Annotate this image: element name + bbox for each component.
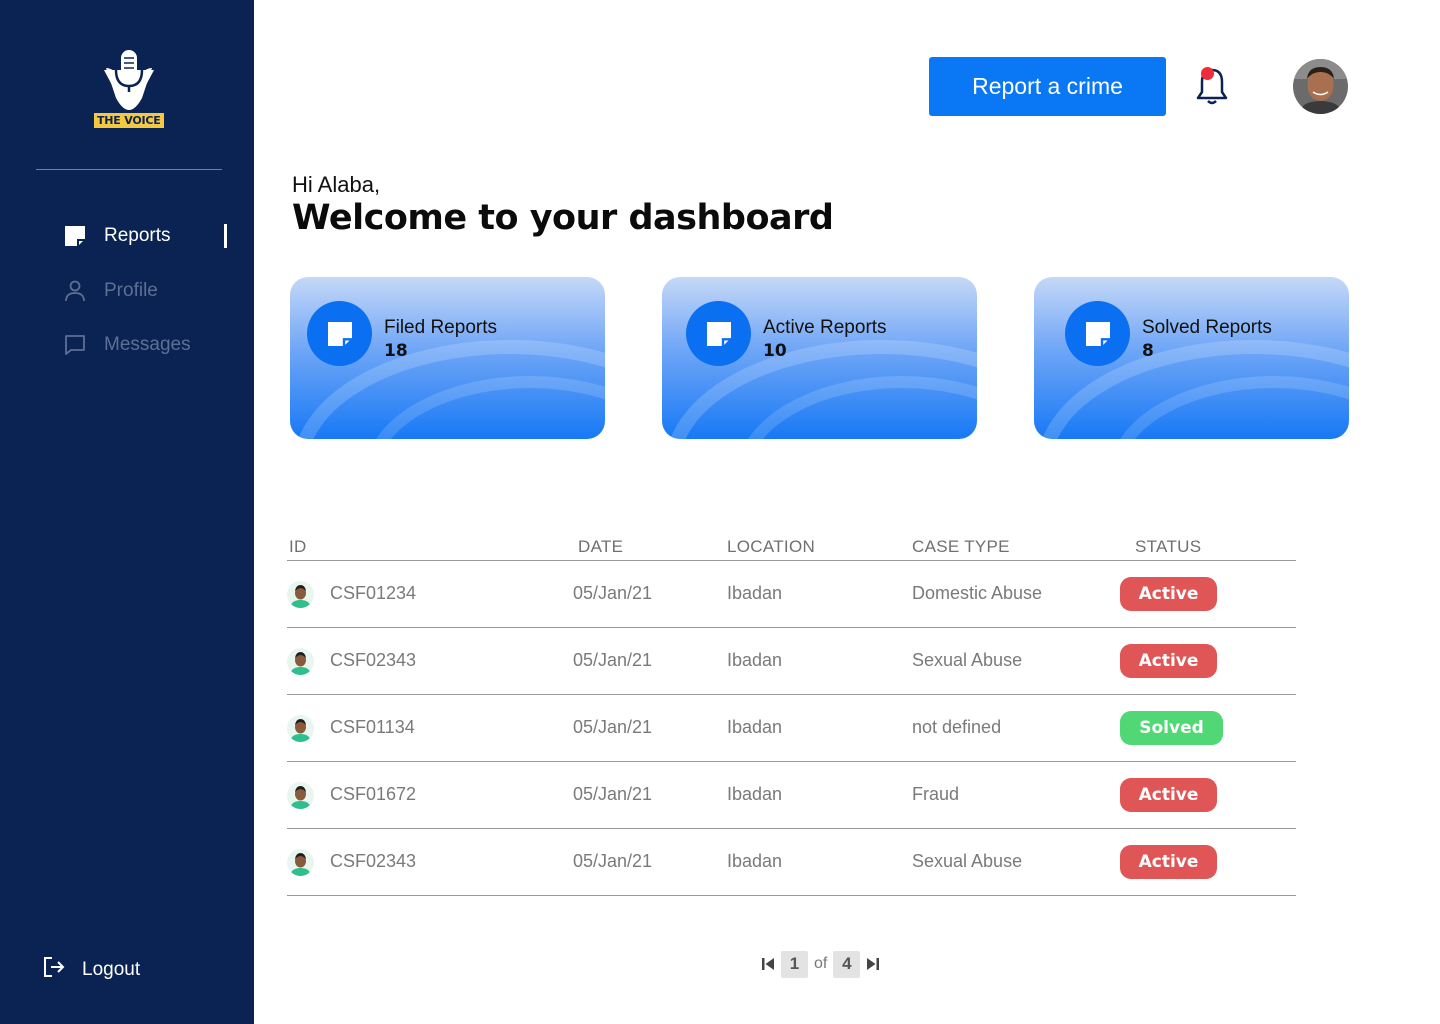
cell-id: CSF01672 [330,784,417,804]
card-label: Solved Reports [1142,317,1272,338]
cell-location: Ibadan [727,650,783,670]
card-label: Active Reports [763,317,887,338]
table-row[interactable]: CSF02343 05/Jan/21 Ibadan Sexual Abuse Activ… [287,628,1296,695]
column-header-location: LOCATION [727,537,816,556]
column-header-id: ID [289,537,307,556]
card-label: Filed Reports [384,317,497,338]
card-filed-reports[interactable]: Filed Reports 18 [290,277,605,439]
report-crime-button[interactable]: Report a crime [929,57,1166,116]
active-nav-indicator [224,224,227,248]
cell-location: Ibadan [727,717,783,737]
greeting-text: Hi Alaba, [292,172,381,197]
cell-location: Ibadan [727,784,783,804]
total-pages[interactable]: 4 [833,950,861,978]
user-avatar[interactable] [1293,59,1348,114]
notification-dot [1201,67,1214,80]
status-badge[interactable]: Active [1120,577,1217,611]
previous-page-icon[interactable] [761,956,775,972]
card-solved-reports[interactable]: Solved Reports 8 [1034,277,1349,439]
sidebar-item-messages[interactable]: Messages [62,332,191,358]
note-icon [1065,301,1130,366]
cell-date: 05/Jan/21 [573,851,653,871]
table-body: CSF01234 05/Jan/21 Ibadan Domestic Abuse Act… [287,561,1296,896]
cell-id: CSF01134 [330,717,415,737]
sidebar-item-label: Profile [104,280,158,301]
cell-case-type: Fraud [912,784,960,804]
next-page-icon[interactable] [866,956,880,972]
status-badge[interactable]: Solved [1120,711,1223,745]
sidebar-item-label: Messages [104,334,191,355]
column-header-status: STATUS [1135,537,1202,556]
cell-location: Ibadan [727,583,783,603]
cell-location: Ibadan [727,851,783,871]
page-of-label: of [814,955,828,972]
table-row[interactable]: CSF02343 05/Jan/21 Ibadan Sexual Abuse Activ… [287,829,1296,896]
reporter-avatar [287,648,314,675]
pagination: 1 of 4 [761,950,880,978]
cell-id: CSF02343 [330,851,417,871]
table-row[interactable]: CSF01134 05/Jan/21 Ibadan not defined Solved [287,695,1296,762]
sidebar-divider [36,169,222,170]
note-icon [686,301,751,366]
reporter-avatar [287,782,314,809]
status-badge[interactable]: Active [1120,845,1217,879]
card-value: 10 [763,341,787,361]
cell-case-type: not defined [912,717,1002,737]
card-active-reports[interactable]: Active Reports 10 [662,277,977,439]
status-badge[interactable]: Active [1120,778,1217,812]
cell-date: 05/Jan/21 [573,784,653,804]
reporter-avatar [287,581,314,608]
cell-date: 05/Jan/21 [573,650,653,670]
table-row[interactable]: CSF01672 05/Jan/21 Ibadan Fraud Active [287,762,1296,829]
card-value: 8 [1142,341,1154,361]
logout-button[interactable]: Logout [42,955,140,985]
cell-case-type: Sexual Abuse [912,851,1023,871]
sidebar-item-label: Reports [104,225,171,246]
logout-label: Logout [82,959,141,980]
reporter-avatar [287,849,314,876]
logout-icon [42,955,66,985]
cell-id: CSF02343 [330,650,417,670]
reporter-avatar [287,715,314,742]
table-row[interactable]: CSF01234 05/Jan/21 Ibadan Domestic Abuse Act… [287,561,1296,628]
reports-table: ID DATE LOCATION CASE TYPE STATUS CSF012… [287,533,1296,896]
note-icon [307,301,372,366]
current-page[interactable]: 1 [781,950,808,978]
app-logo[interactable]: THE VOICE [92,48,166,130]
card-value: 18 [384,341,408,361]
table-header: ID DATE LOCATION CASE TYPE STATUS [287,533,1296,561]
sidebar: THE VOICE Reports Profile Messages Logou… [0,0,254,1024]
column-header-date: DATE [578,537,624,556]
column-header-case-type: CASE TYPE [912,537,1010,556]
cell-case-type: Domestic Abuse [912,583,1043,603]
cell-date: 05/Jan/21 [573,583,653,603]
cell-id: CSF01234 [330,583,417,603]
note-icon [62,224,87,249]
sidebar-item-profile[interactable]: Profile [62,278,158,304]
page-title: Welcome to your dashboard [292,198,834,238]
sidebar-item-reports[interactable]: Reports [62,223,171,249]
cell-case-type: Sexual Abuse [912,650,1023,670]
user-icon [62,279,87,304]
logo-wordmark: THE VOICE [94,113,164,128]
message-icon [62,333,87,358]
status-badge[interactable]: Active [1120,644,1217,678]
cell-date: 05/Jan/21 [573,717,653,737]
